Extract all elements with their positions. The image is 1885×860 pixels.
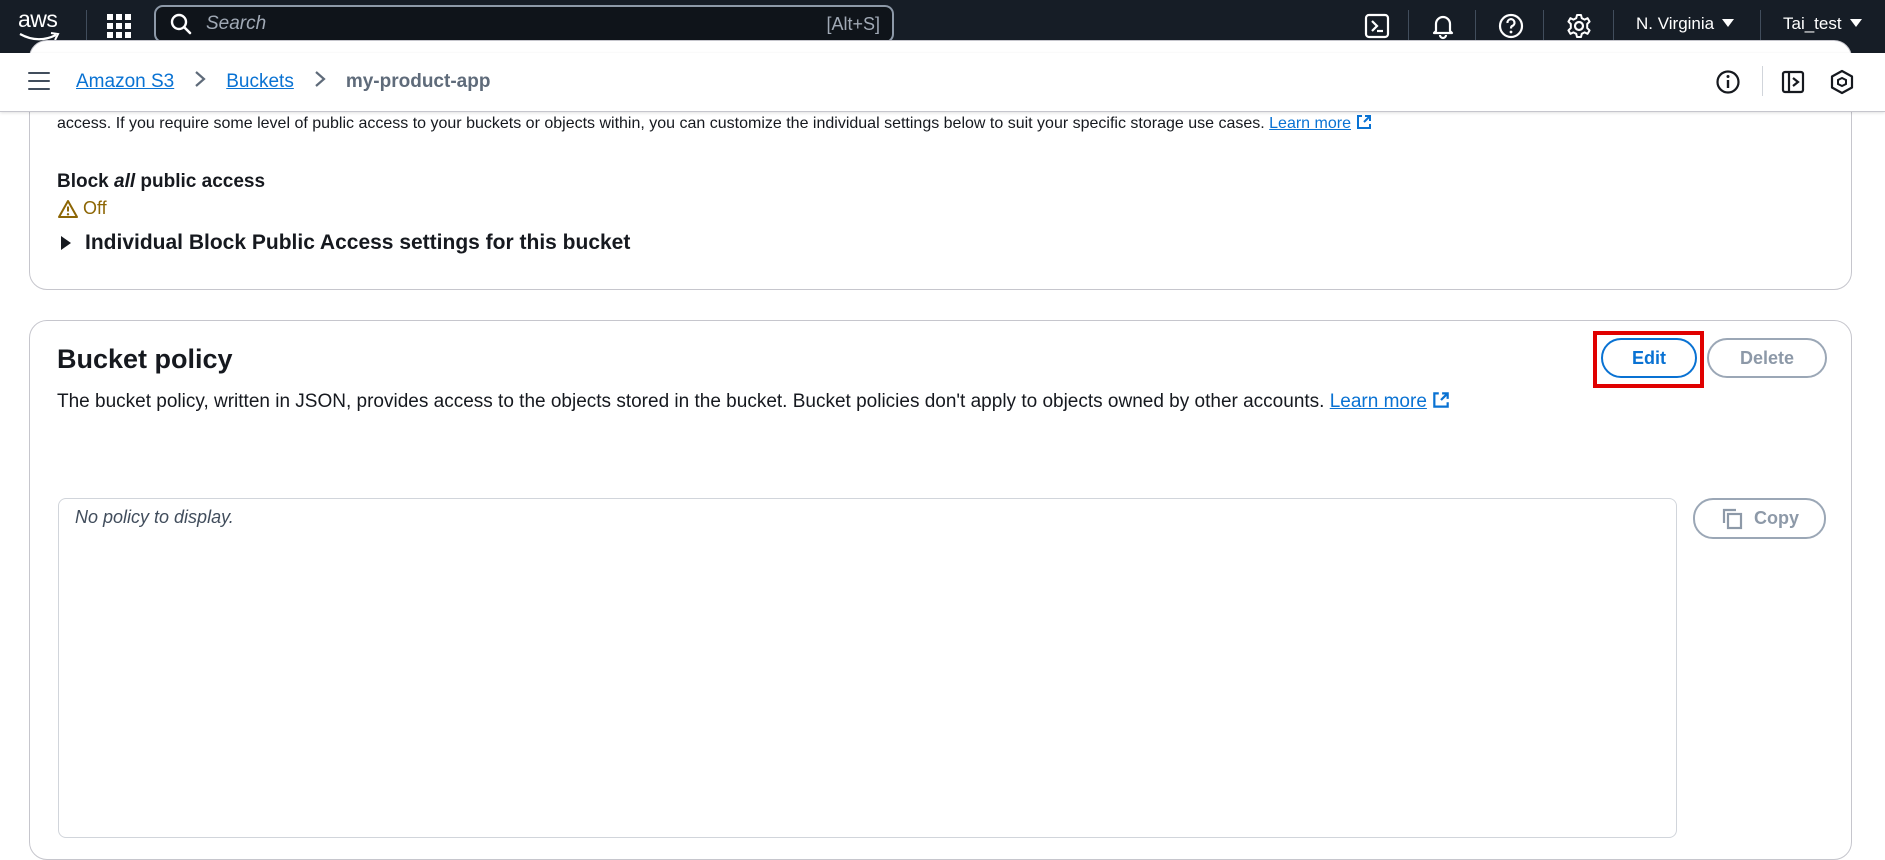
account-menu[interactable]: Tai_test [1783, 14, 1862, 34]
copy-icon [1722, 508, 1743, 529]
edit-button[interactable]: Edit [1601, 338, 1697, 378]
aws-logo-text: aws [18, 6, 58, 32]
nav-divider [1475, 10, 1476, 42]
breadcrumb-amazon-s3[interactable]: Amazon S3 [76, 71, 174, 93]
apps-grid-icon[interactable] [106, 13, 132, 39]
aws-logo[interactable]: aws [18, 8, 64, 42]
caret-down-icon [1722, 19, 1735, 27]
notifications-bell-icon[interactable] [1429, 12, 1457, 40]
account-username: Tai_test [1783, 14, 1842, 33]
expander-label: Individual Block Public Access settings … [85, 231, 631, 254]
side-panel-icon[interactable] [1780, 69, 1806, 95]
bucket-policy-title: Bucket policy [57, 344, 233, 374]
nav-divider [1613, 10, 1614, 42]
region-label: N. Virginia [1636, 14, 1715, 33]
learn-more-link[interactable]: Learn more [1330, 391, 1427, 412]
nav-divider [1408, 10, 1409, 42]
status-badge: Off [57, 198, 107, 219]
settings-gear-icon[interactable] [1565, 12, 1593, 40]
external-link-icon [1355, 113, 1373, 136]
external-link-icon [1431, 390, 1451, 416]
status-text: Off [83, 198, 107, 218]
menu-hamburger-icon[interactable] [28, 72, 50, 92]
breadcrumb-current: my-product-app [345, 71, 491, 92]
caret-down-icon [1849, 19, 1862, 27]
nav-divider [86, 10, 87, 42]
toolbar-divider [1762, 66, 1763, 96]
search-input[interactable] [204, 12, 788, 36]
block-all-public-access-label: Block all public access [57, 171, 266, 192]
search-box[interactable]: [Alt+S] [154, 5, 894, 43]
policy-viewer [58, 498, 1677, 838]
learn-more-link[interactable]: Learn more [1269, 115, 1351, 132]
search-shortcut-hint: [Alt+S] [826, 14, 880, 34]
copy-button[interactable]: Copy [1693, 498, 1826, 539]
info-icon[interactable] [1715, 69, 1741, 95]
region-selector[interactable]: N. Virginia [1636, 14, 1735, 34]
delete-button[interactable]: Delete [1707, 338, 1827, 378]
warning-icon [58, 199, 78, 218]
chevron-right-icon [194, 70, 206, 94]
chevron-right-icon [314, 70, 326, 94]
copy-label: Copy [1754, 508, 1799, 528]
nav-divider [1543, 10, 1544, 42]
cloudshell-icon[interactable] [1363, 12, 1391, 40]
caret-right-icon [61, 236, 71, 250]
policy-empty-text: No policy to display. [75, 507, 234, 527]
settings-hexagon-icon[interactable] [1829, 69, 1855, 95]
search-icon [170, 13, 192, 35]
breadcrumb-bar: Amazon S3 Buckets my-product-app [0, 53, 1885, 112]
bucket-policy-description: The bucket policy, written in JSON, prov… [57, 390, 1451, 416]
breadcrumb: Amazon S3 Buckets my-product-app [76, 70, 490, 94]
help-icon[interactable] [1497, 12, 1525, 40]
block-public-access-description: access. If you require some level of pub… [57, 113, 1373, 136]
nav-divider [1760, 10, 1761, 42]
breadcrumb-buckets[interactable]: Buckets [226, 71, 294, 93]
individual-settings-expander[interactable]: Individual Block Public Access settings … [57, 231, 630, 255]
